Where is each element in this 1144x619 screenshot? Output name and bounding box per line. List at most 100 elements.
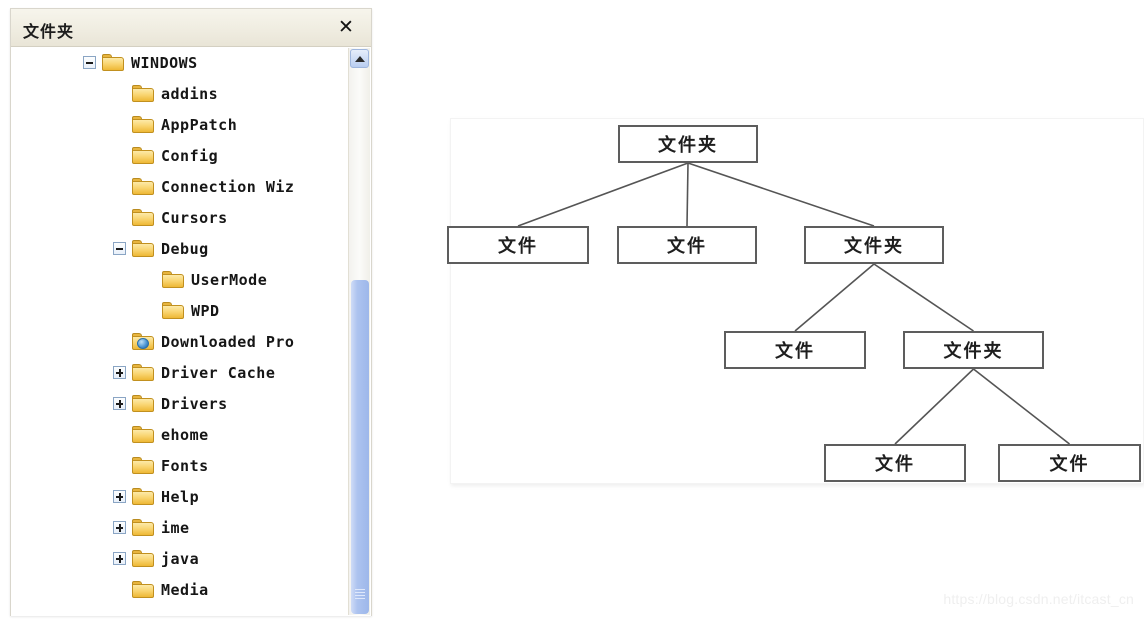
expand-icon[interactable] [113,552,126,565]
expand-icon[interactable] [113,397,126,410]
tree-node-label: UserMode [191,270,268,289]
tree-node-config[interactable]: Config [11,140,341,171]
diagram-box-folder: 文件夹 [618,125,758,163]
collapse-icon[interactable] [83,56,96,69]
diagram-edges [517,162,1070,445]
diagram-edge [873,263,974,332]
diagram-edge [894,368,975,445]
tree-node-ehome[interactable]: ehome [11,419,341,450]
folder-icon [132,519,154,536]
diagram-box-folder: 文件夹 [804,226,944,264]
folder-icon [132,395,154,412]
diagram-edge [687,162,875,227]
diagram-box-label: 文件 [775,341,815,362]
tree-node-debug[interactable]: Debug [11,233,341,264]
tree-node-label: AppPatch [161,115,238,134]
diagram-box-label: 文件夹 [658,135,718,156]
diagram-box-file: 文件 [824,444,966,482]
diagram-box-label: 文件 [667,236,707,257]
tree-node-label: Driver Cache [161,363,276,382]
scrollbar-grip [355,589,365,600]
tree-node-label: addins [161,84,219,103]
tree-node-downloaded-pro[interactable]: Downloaded Pro [11,326,341,357]
folder-icon [132,178,154,195]
diagram-box-label: 文件夹 [844,236,904,257]
diagram-edge [517,162,689,227]
tree-node-label: ehome [161,425,209,444]
folder-icon [132,457,154,474]
folder-icon [132,240,154,257]
tree-node-drivers[interactable]: Drivers [11,388,341,419]
diagram-edge [794,263,875,332]
tree-node-ime[interactable]: ime [11,512,341,543]
folder-icon [132,488,154,505]
diagram-box-folder: 文件夹 [903,331,1044,369]
watermark: https://blog.csdn.net/itcast_cn [943,591,1134,607]
tree-node-windows[interactable]: WINDOWS [11,47,341,78]
folder-structure-diagram: 文件夹 文件 文件 文件夹 文件 文件夹 文件 文件 [447,118,1144,484]
folder-icon [132,364,154,381]
tree-node-usermode[interactable]: UserMode [11,264,341,295]
tree-node-driver-cache[interactable]: Driver Cache [11,357,341,388]
tree-node-addins[interactable]: addins [11,78,341,109]
folder-tree-panel: 文件夹 ✕ WINDOWS addins AppPatch Config Connect… [10,8,372,616]
close-icon[interactable]: ✕ [335,16,357,38]
diagram-box-label: 文件夹 [943,341,1004,362]
tree-node-label: Help [161,487,200,506]
folder-icon [162,302,184,319]
diagram-box-file: 文件 [617,226,757,264]
expand-icon[interactable] [113,490,126,503]
folder-icon [132,116,154,133]
folder-icon [132,550,154,567]
tree-node-java[interactable]: java [11,543,341,574]
expand-icon[interactable] [113,366,126,379]
tree-node-fonts[interactable]: Fonts [11,450,341,481]
tree-node-label: java [161,549,200,568]
tree-node-cursors[interactable]: Cursors [11,202,341,233]
expand-icon[interactable] [113,521,126,534]
tree-node-label: Config [161,146,219,165]
tree-node-label: Media [161,580,209,599]
tree-node-label: WINDOWS [131,53,198,72]
diagram-edge [973,368,1070,445]
tree-node-help[interactable]: Help [11,481,341,512]
tree-node-media[interactable]: Media [11,574,341,605]
tree-node-apppatch[interactable]: AppPatch [11,109,341,140]
diagram-box-label: 文件 [875,454,915,475]
diagram-box-file: 文件 [998,444,1141,482]
collapse-icon[interactable] [113,242,126,255]
tree-node-label: ime [161,518,190,537]
folder-icon [132,209,154,226]
diagram-box-file: 文件 [447,226,589,264]
scrollbar-thumb[interactable] [351,280,369,614]
folder-tree-list: WINDOWS addins AppPatch Config Connection Wi… [11,47,341,605]
diagram-box-label: 文件 [1049,454,1090,475]
tree-node-wpd[interactable]: WPD [11,295,341,326]
folder-icon [132,147,154,164]
folder-icon [132,426,154,443]
tree-node-label: Debug [161,239,209,258]
vertical-scrollbar[interactable] [348,48,370,615]
diagram-edge [686,162,689,227]
folder-icon [132,85,154,102]
chevron-up-icon[interactable] [350,49,369,68]
tree-node-connection-wiz[interactable]: Connection Wiz [11,171,341,202]
tree-node-label: Drivers [161,394,228,413]
tree-scroll-viewport[interactable]: WINDOWS addins AppPatch Config Connection Wi… [11,47,371,616]
folder-icon [162,271,184,288]
panel-title: 文件夹 [23,22,75,41]
tree-node-label: Fonts [161,456,209,475]
folder-icon [102,54,124,71]
tree-node-label: Connection Wiz [161,177,295,196]
diagram-box-file: 文件 [724,331,866,369]
